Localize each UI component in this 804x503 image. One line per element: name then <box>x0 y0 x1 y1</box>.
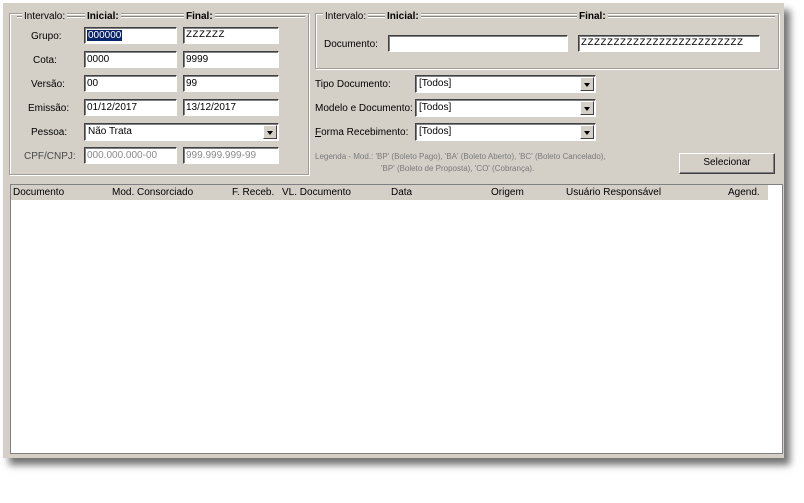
final-header: Final: <box>184 11 215 22</box>
legend-line-1: Legenda - Mod.: 'BP' (Boleto Pago), 'BA'… <box>315 152 606 161</box>
column-header[interactable]: F. Receb. <box>232 187 274 198</box>
doc-final-header: Final: <box>577 11 608 22</box>
documento-label: Documento: <box>324 39 378 50</box>
tipo-documento-value: [Todos] <box>419 78 452 89</box>
documento-initial-input[interactable] <box>388 35 568 52</box>
column-header[interactable]: Usuário Responsável <box>566 187 661 198</box>
main-window: Intervalo: Inicial: Final: Grupo: 000000… <box>3 3 784 458</box>
doc-interval-label: Intervalo: <box>323 11 369 22</box>
grupo-initial-input[interactable]: 000000 <box>84 27 177 44</box>
column-header[interactable]: Data <box>391 187 412 198</box>
modelo-documento-label: Modelo e Documento: <box>315 103 413 114</box>
cpf-initial-input[interactable]: 000.000.000-00 <box>84 147 177 164</box>
cota-label: Cota: <box>33 55 57 66</box>
pessoa-value: Não Trata <box>88 126 132 137</box>
pessoa-label: Pessoa: <box>31 127 68 138</box>
doc-initial-header: Inicial: <box>385 11 421 22</box>
grupo-final-input[interactable]: ZZZZZZ <box>183 27 279 44</box>
tipo-documento-select[interactable]: [Todos] <box>415 75 596 93</box>
results-grid[interactable]: Documento Mod. Consorciado F. Receb. VL.… <box>10 184 783 454</box>
emissao-label: Emissão: <box>28 103 70 114</box>
versao-label: Versão: <box>31 79 65 90</box>
chevron-down-icon[interactable] <box>580 101 594 115</box>
cota-initial-input[interactable]: 0000 <box>84 51 177 68</box>
emissao-initial-input[interactable]: 01/12/2017 <box>84 99 177 116</box>
initial-header: Inicial: <box>85 11 121 22</box>
forma-recebimento-value: [Todos] <box>419 126 452 137</box>
chevron-down-icon[interactable] <box>580 125 594 139</box>
chevron-down-icon[interactable] <box>580 77 594 91</box>
grupo-initial-value: 000000 <box>87 30 123 41</box>
column-header[interactable]: VL. Documento <box>282 187 351 198</box>
documento-final-input[interactable]: ZZZZZZZZZZZZZZZZZZZZZZZZZ <box>578 35 760 52</box>
chevron-down-icon[interactable] <box>263 125 277 139</box>
modelo-documento-value: [Todos] <box>419 102 452 113</box>
emissao-final-input[interactable]: 13/12/2017 <box>183 99 279 116</box>
grid-header: Documento Mod. Consorciado F. Receb. VL.… <box>11 185 768 200</box>
interval-label: Intervalo: <box>22 11 68 22</box>
forma-recebimento-label: Forma Recebimento: <box>315 127 409 138</box>
grupo-label: Grupo: <box>31 31 62 42</box>
column-header[interactable]: Origem <box>491 187 524 198</box>
cpf-final-input[interactable]: 999.999.999-99 <box>183 147 279 164</box>
modelo-documento-select[interactable]: [Todos] <box>415 99 596 117</box>
versao-final-input[interactable]: 99 <box>183 75 279 92</box>
forma-recebimento-select[interactable]: [Todos] <box>415 123 596 141</box>
select-button[interactable]: Selecionar <box>679 153 775 174</box>
tipo-documento-label: Tipo Documento: <box>315 79 391 90</box>
column-header[interactable]: Documento <box>13 187 64 198</box>
versao-initial-input[interactable]: 00 <box>84 75 177 92</box>
cpf-label: CPF/CNPJ: <box>24 151 76 162</box>
column-header[interactable]: Mod. Consorciado <box>112 187 193 198</box>
pessoa-select[interactable]: Não Trata <box>84 123 279 141</box>
column-header[interactable]: Agend. <box>728 187 760 198</box>
legend-line-2: 'BP' (Boleto de Proposta), 'CO' (Cobranç… <box>381 164 535 173</box>
cota-final-input[interactable]: 9999 <box>183 51 279 68</box>
